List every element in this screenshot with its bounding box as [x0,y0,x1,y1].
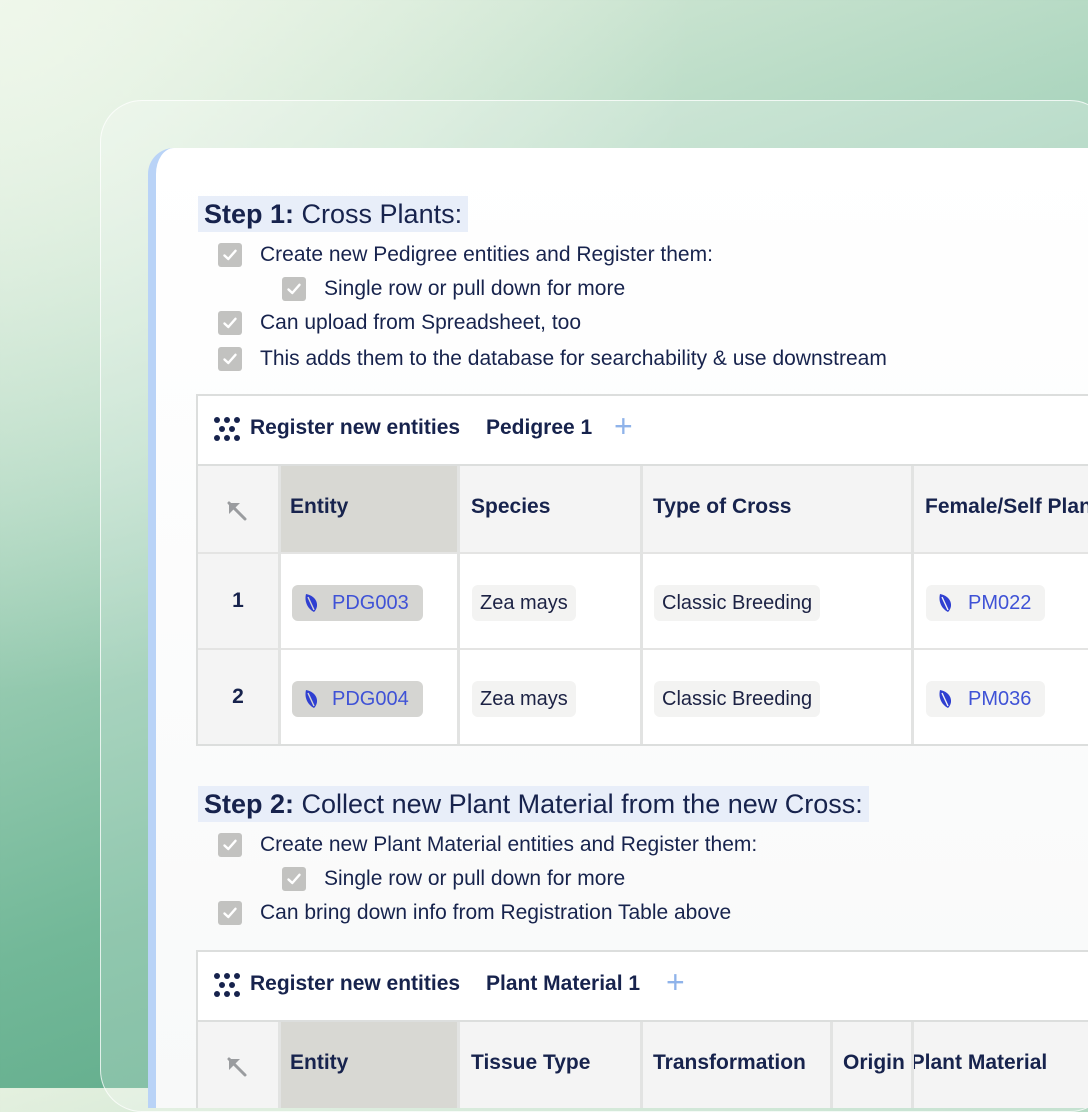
column-origin-plant-material[interactable]: Origin Plant Material [843,1051,1047,1075]
table-header: Entity Tissue Type Transformation Origin… [198,1022,1088,1108]
column-label: Entity [290,1051,349,1074]
female-plant-chip[interactable]: PM036 [926,681,1046,717]
entity-id: PDG003 [332,592,409,614]
step1-heading: Step 1: Cross Plants: [198,196,469,232]
plus-icon[interactable]: + [614,408,633,444]
tab-pedigree-1[interactable]: Pedigree 1 [486,416,592,440]
column-divider [278,466,281,744]
column-type-of-cross[interactable]: Type of Cross [653,495,791,519]
column-transformation[interactable]: Transformation [653,1051,806,1075]
check-label: This adds them to the database for searc… [260,347,887,370]
check-label: Create new Pedigree entities and Registe… [260,243,713,266]
check-label: Single row or pull down for more [324,277,626,300]
column-divider [278,1022,281,1108]
type-of-cross-value: Classic Breeding [654,681,821,717]
species-value: Zea mays [472,681,576,717]
grid-dots-icon[interactable] [213,972,241,998]
type-of-cross-value: Classic Breeding [654,585,821,621]
grid-dots-icon[interactable] [213,416,241,442]
column-female-self-plant[interactable]: Female/Self Plan [925,495,1088,519]
row-number-cell: 1 [198,554,278,648]
step2-heading: Step 2: Collect new Plant Material from … [198,786,869,822]
widget-title: Register new entities [250,972,461,995]
checkbox-checked-icon[interactable] [218,311,242,335]
step2-heading-text: Collect new Plant Material from the new … [294,789,863,819]
column-divider [911,1022,914,1108]
table-header: Entity Species Type of Cross Female/Self… [198,466,1088,552]
check-label: Create new Plant Material entities and R… [260,833,758,856]
check-label: Single row or pull down for more [324,867,626,890]
checkbox-checked-icon[interactable] [218,347,242,371]
widget-title: Register new entities [250,416,461,439]
checkbox-checked-icon[interactable] [218,243,242,267]
column-tissue-type[interactable]: Tissue Type [471,1051,590,1075]
column-species[interactable]: Species [471,495,550,519]
female-plant-id: PM022 [968,592,1032,614]
widget-header: Register new entities Pedigree 1 + [198,396,1088,466]
female-plant-chip[interactable]: PM022 [926,585,1046,621]
row-number-cell: 2 [198,650,278,744]
row-number: 2 [232,685,244,708]
column-entity[interactable]: Entity [281,466,457,552]
leaf-icon [939,690,952,708]
entity-chip[interactable]: PDG004 [292,681,423,717]
entity-id: PDG004 [332,688,409,710]
table-row[interactable]: 1 PDG003 Zea mays Classic Breeding PM022 [198,552,1088,648]
column-entity[interactable]: Entity [281,1022,457,1108]
step1-heading-bold: Step 1: [204,199,295,229]
plant-material-registration-table: Register new entities Plant Material 1 +… [196,950,1088,1108]
arrow-up-left-icon[interactable] [226,1056,248,1078]
check-label: Can upload from Spreadsheet, too [260,311,582,334]
species-value: Zea mays [472,585,576,621]
plus-icon[interactable]: + [666,964,685,1000]
female-plant-id: PM036 [968,688,1032,710]
pedigree-registration-table: Register new entities Pedigree 1 + Entit… [196,394,1088,746]
column-divider [457,466,460,744]
column-label: Entity [290,495,349,518]
tab-plant-material-1[interactable]: Plant Material 1 [486,972,640,996]
column-divider [830,1022,833,1108]
checkbox-checked-icon[interactable] [282,277,306,301]
checkbox-checked-icon[interactable] [282,867,306,891]
widget-header: Register new entities Plant Material 1 + [198,952,1088,1022]
row-number: 1 [232,589,244,612]
step1-heading-text: Cross Plants: [294,199,463,229]
arrow-up-left-icon[interactable] [226,500,248,522]
column-divider [911,466,914,744]
leaf-icon [305,594,318,612]
table-row[interactable]: 2 PDG004 Zea mays Classic Breeding PM036 [198,648,1088,744]
column-divider [457,1022,460,1108]
check-label: Can bring down info from Registration Ta… [260,901,732,924]
leaf-icon [305,690,318,708]
checkbox-checked-icon[interactable] [218,901,242,925]
checkbox-checked-icon[interactable] [218,833,242,857]
notebook-panel: Step 1: Cross Plants: Create new Pedigre… [148,148,1088,1108]
step2-heading-bold: Step 2: [204,789,295,819]
column-divider [640,1022,643,1108]
column-divider [640,466,643,744]
leaf-icon [939,594,952,612]
entity-chip[interactable]: PDG003 [292,585,423,621]
